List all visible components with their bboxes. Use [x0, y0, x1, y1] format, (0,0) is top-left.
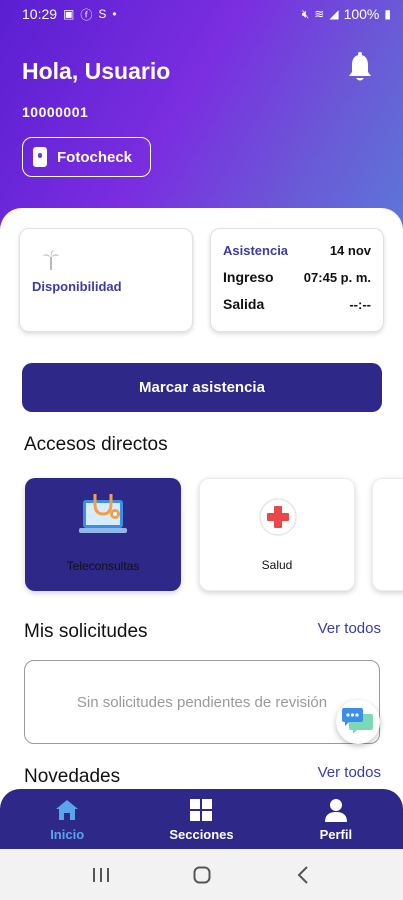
chat-fab[interactable]	[336, 700, 380, 744]
wifi-icon: ≋	[314, 7, 325, 21]
shortcut-salud[interactable]: Salud	[199, 478, 355, 591]
chat-bubbles-icon	[342, 708, 373, 734]
checkin-label: Ingreso	[223, 269, 274, 285]
availability-label: Disponibilidad	[32, 279, 122, 294]
id-badge-icon	[33, 147, 47, 167]
nav-label: Secciones	[169, 826, 234, 842]
attendance-card[interactable]: Asistencia 14 nov Ingreso 07:45 p. m. Sa…	[210, 228, 384, 332]
battery-icon: ▮	[384, 7, 391, 21]
shortcut-next-partial[interactable]	[372, 478, 403, 591]
notifications-bell-icon[interactable]	[345, 52, 375, 84]
more-notifications-icon: •	[112, 7, 117, 21]
health-cross-icon	[259, 498, 297, 536]
battery-level: 100%	[343, 6, 380, 22]
back-icon[interactable]	[283, 861, 323, 889]
person-icon	[324, 798, 347, 822]
nav-label: Perfil	[319, 826, 353, 842]
app-notification-icon: S	[98, 7, 107, 21]
fotocheck-label: Fotocheck	[57, 148, 133, 166]
status-time: 10:29	[22, 6, 58, 22]
requests-see-all-link[interactable]: Ver todos	[318, 620, 381, 637]
requests-empty-state: Sin solicitudes pendientes de revisión	[24, 660, 380, 744]
nav-inicio[interactable]: Inicio	[0, 789, 134, 849]
palm-tree-icon	[43, 250, 59, 270]
nav-perfil[interactable]: Perfil	[269, 789, 403, 849]
grid-icon	[190, 798, 213, 821]
shortcuts-title: Accesos directos	[24, 434, 168, 455]
attendance-date: 14 nov	[329, 243, 371, 258]
mute-icon: 🔇︎	[301, 6, 310, 21]
availability-card[interactable]: Disponibilidad	[19, 228, 193, 332]
shortcut-label: Salud	[261, 558, 293, 572]
user-id: 10000001	[22, 104, 89, 120]
gallery-notification-icon: ▣	[63, 7, 75, 21]
checkout-value: --:--	[349, 296, 371, 312]
shortcut-label: Teleconsultas	[66, 559, 140, 573]
fotocheck-button[interactable]: Fotocheck	[22, 137, 151, 177]
telemedicine-icon	[79, 494, 127, 533]
home-icon	[56, 799, 79, 820]
checkin-value: 07:45 p. m.	[303, 269, 371, 285]
nav-label: Inicio	[50, 826, 85, 842]
bottom-navigation: Inicio Secciones Perfil	[0, 789, 403, 849]
mark-attendance-button[interactable]: Marcar asistencia	[22, 363, 382, 412]
recent-apps-icon[interactable]	[81, 861, 121, 889]
greeting-title: Hola, Usuario	[22, 58, 171, 84]
status-bar: 10:29 ▣ ⓕ S • 🔇︎ ≋ ◢ 100% ▮	[0, 0, 403, 28]
news-title: Novedades	[24, 766, 121, 787]
signal-icon: ◢	[329, 7, 339, 21]
system-navigation-bar	[0, 849, 403, 900]
checkout-label: Salida	[223, 296, 265, 312]
nav-secciones[interactable]: Secciones	[134, 789, 268, 849]
requests-title: Mis solicitudes	[24, 621, 148, 642]
news-see-all-link[interactable]: Ver todos	[318, 764, 381, 781]
facebook-notification-icon: ⓕ	[80, 7, 93, 22]
shortcut-teleconsultas[interactable]: Teleconsultas	[25, 478, 181, 591]
header-banner	[0, 0, 403, 240]
home-button-icon[interactable]	[182, 861, 222, 889]
attendance-title: Asistencia	[223, 243, 289, 258]
